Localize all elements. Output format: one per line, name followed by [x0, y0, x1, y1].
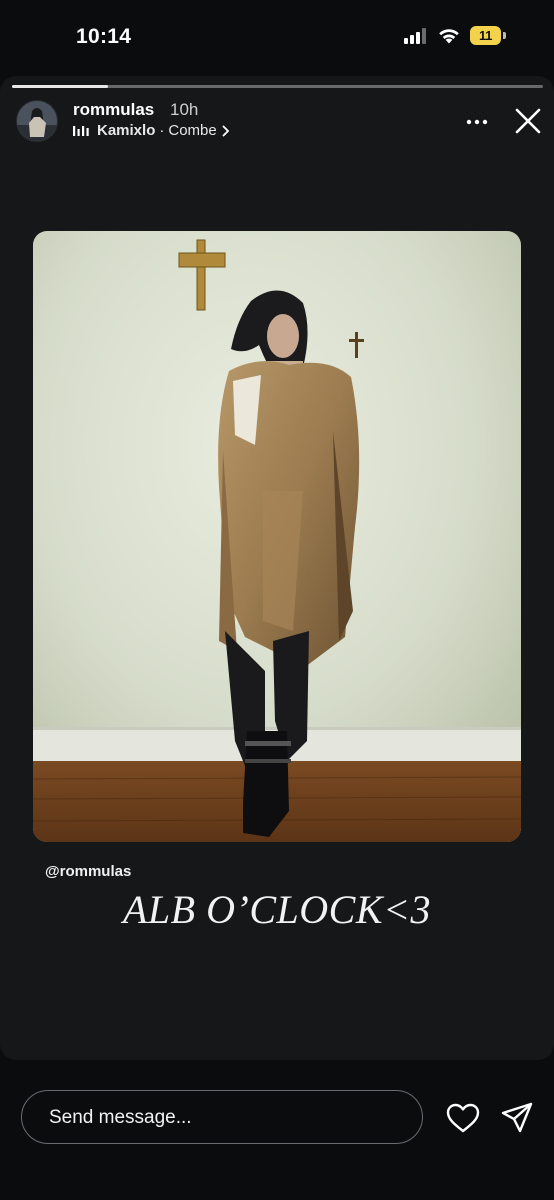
send-message-placeholder: Send message... — [49, 1107, 192, 1128]
send-message-input[interactable]: Send message... — [21, 1090, 423, 1144]
story-username[interactable]: rommulas — [73, 100, 154, 120]
music-separator: · — [159, 122, 165, 139]
story-progress-fill — [12, 85, 108, 88]
battery-level: 11 — [478, 28, 493, 43]
heart-icon[interactable] — [446, 1103, 480, 1133]
status-bar: 10:14 11 — [0, 0, 554, 76]
signal-icon — [404, 27, 426, 44]
send-icon[interactable] — [500, 1101, 534, 1135]
story-mention[interactable]: @rommulas — [45, 863, 131, 880]
avatar[interactable] — [16, 100, 58, 142]
music-track: Combe — [168, 122, 217, 139]
story-caption: ALB O’CLOCK<3 — [123, 887, 431, 932]
close-icon[interactable] — [512, 105, 544, 137]
chevron-right-icon — [222, 125, 229, 136]
music-attribution[interactable]: Kamixlo · Combe — [73, 122, 230, 139]
wifi-icon — [439, 29, 459, 44]
outfit-photo-illustration — [33, 231, 521, 842]
battery-icon: 11 — [470, 26, 506, 45]
story-progress-bar — [12, 85, 543, 88]
music-artist: Kamixlo — [97, 122, 156, 139]
story-header: rommulas 10h Kamixlo · Combe — [0, 96, 554, 146]
story-time-ago: 10h — [170, 100, 199, 119]
story-viewer[interactable]: rommulas 10h Kamixlo · Combe @rommulas A… — [0, 76, 554, 1060]
status-time: 10:14 — [76, 25, 132, 48]
music-bars-icon — [73, 125, 89, 136]
story-photo — [33, 231, 521, 842]
status-icons: 11 — [404, 26, 506, 45]
more-options-icon[interactable] — [465, 110, 489, 134]
reply-bar: Send message... — [0, 1060, 554, 1200]
